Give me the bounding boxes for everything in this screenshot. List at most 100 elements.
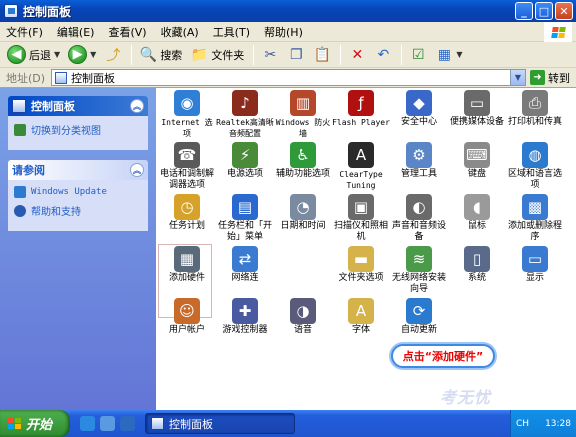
taskbar-icon: ▤ xyxy=(232,194,258,220)
menu-tools[interactable]: 工具(T) xyxy=(213,24,250,40)
control-panel-item[interactable]: A 字体 xyxy=(332,296,390,348)
control-panel-item[interactable]: ⌨ 键盘 xyxy=(448,140,506,192)
control-panel-item[interactable]: ƒ Flash Player xyxy=(332,88,390,140)
control-panel-item[interactable]: ▥ Windows 防火墙 xyxy=(274,88,332,140)
paste-button[interactable]: 📋 xyxy=(310,44,334,66)
mouse-icon: ◖ xyxy=(464,194,490,220)
forward-button[interactable]: ▶ ▼ xyxy=(65,44,99,66)
address-input[interactable]: 控制面板 ▼ xyxy=(51,69,526,86)
chevron-down-icon[interactable]: ▼ xyxy=(510,70,525,85)
search-button[interactable]: 🔍 搜索 xyxy=(136,44,185,66)
section-header[interactable]: 控制面板 ︽ xyxy=(8,96,148,116)
delete-icon: ✕ xyxy=(351,46,364,63)
control-panel-item[interactable]: ▭ 显示 xyxy=(506,244,564,296)
taskbar: 开始 控制面板 CH 13:28 xyxy=(0,410,576,437)
taskbar-item-control-panel[interactable]: 控制面板 xyxy=(145,413,295,434)
item-label: 添加或删除程序 xyxy=(507,221,562,242)
control-panel-item[interactable]: ⎙ 打印机和传真 xyxy=(506,88,564,140)
item-grid: ◉ Internet 选项 ♪ Realtek高清晰音频配置 ▥ Windows 防火墙 ƒ… xyxy=(158,88,564,348)
control-panel-item[interactable]: ▤ 任务栏和「开始」菜单 xyxy=(216,192,274,244)
section-title: 控制面板 xyxy=(31,100,75,113)
copy-button[interactable]: ❐ xyxy=(284,44,308,66)
close-button[interactable]: ✕ xyxy=(555,2,573,20)
forward-arrow-icon: ▶ xyxy=(68,45,88,64)
properties-button[interactable]: ☑ xyxy=(406,44,430,66)
control-panel-item[interactable]: ♪ Realtek高清晰音频配置 xyxy=(216,88,274,140)
switch-category-view-link[interactable]: 切换到分类视图 xyxy=(14,122,142,137)
control-panel-item[interactable]: ◍ 区域和语言选项 xyxy=(506,140,564,192)
cut-icon: ✂ xyxy=(264,46,277,63)
printer-icon: ⎙ xyxy=(522,90,548,116)
delete-button[interactable]: ✕ xyxy=(345,44,369,66)
maximize-button[interactable]: □ xyxy=(535,2,553,20)
minimize-button[interactable]: _ xyxy=(515,2,533,20)
control-panel-item[interactable]: ⟳ 自动更新 xyxy=(390,296,448,348)
item-label: 网络连 xyxy=(231,273,259,283)
menu-edit[interactable]: 编辑(E) xyxy=(57,24,95,40)
control-panel-item[interactable]: ▦ 添加硬件 xyxy=(158,244,216,296)
control-panel-item[interactable]: ⚙ 管理工具 xyxy=(390,140,448,192)
windows-update-icon xyxy=(14,186,26,198)
windows-update-link[interactable]: Windows Update xyxy=(14,186,142,198)
power-icon: ⚡ xyxy=(232,142,258,168)
folders-button[interactable]: 📁 文件夹 xyxy=(187,44,247,66)
phone-icon: ☎ xyxy=(174,142,200,168)
control-panel-item[interactable]: ♿ 辅助功能选项 xyxy=(274,140,332,192)
control-panel-item[interactable]: ◉ Internet 选项 xyxy=(158,88,216,140)
item-label: 游戏控制器 xyxy=(222,325,268,335)
windows-flag-icon xyxy=(8,418,21,429)
section-header[interactable]: 请参阅 ︽ xyxy=(8,160,148,180)
control-panel-item[interactable]: ☎ 电话和调制解调器选项 xyxy=(158,140,216,192)
system-icon: ▯ xyxy=(464,246,490,272)
item-label: 自动更新 xyxy=(400,325,437,335)
cut-button[interactable]: ✂ xyxy=(258,44,282,66)
control-panel-item[interactable]: ◖ 鼠标 xyxy=(448,192,506,244)
control-panel-item[interactable]: ✚ 游戏控制器 xyxy=(216,296,274,348)
start-button[interactable]: 开始 xyxy=(0,410,70,437)
task-pane: 控制面板 ︽ 切换到分类视图 请参阅 ︽ Windows Update 帮助和支… xyxy=(0,88,156,410)
item-label: 日期和时间 xyxy=(280,221,326,231)
menu-file[interactable]: 文件(F) xyxy=(6,24,43,40)
control-panel-item[interactable]: ◷ 任务计划 xyxy=(158,192,216,244)
menu-view[interactable]: 查看(V) xyxy=(108,24,146,40)
ie-icon[interactable] xyxy=(80,416,95,431)
see-also-section: 请参阅 ︽ Windows Update 帮助和支持 xyxy=(8,160,148,231)
collapse-chevron-icon[interactable]: ︽ xyxy=(130,99,144,113)
undo-button[interactable]: ↶ xyxy=(371,44,395,66)
help-support-link[interactable]: 帮助和支持 xyxy=(14,203,142,218)
media-player-icon[interactable] xyxy=(120,416,135,431)
go-button[interactable]: ➜ 转到 xyxy=(530,70,570,86)
control-panel-item[interactable]: ◔ 日期和时间 xyxy=(274,192,332,244)
item-label: 语音 xyxy=(293,325,312,335)
flash-icon: ƒ xyxy=(348,90,374,116)
control-panel-item[interactable]: ≋ 无线网络安装向导 xyxy=(390,244,448,296)
menu-favorites[interactable]: 收藏(A) xyxy=(161,24,199,40)
properties-icon: ☑ xyxy=(412,46,425,63)
show-desktop-icon[interactable] xyxy=(100,416,115,431)
control-panel-item[interactable]: ▩ 添加或删除程序 xyxy=(506,192,564,244)
item-label: 用户帐户 xyxy=(168,325,205,335)
back-button[interactable]: ◀ 后退 ▼ xyxy=(4,44,63,66)
language-indicator[interactable]: CH xyxy=(516,419,529,429)
collapse-chevron-icon[interactable]: ︽ xyxy=(130,163,144,177)
speaker-icon: ♪ xyxy=(232,90,258,116)
control-panel-item[interactable]: ⚡ 电源选项 xyxy=(216,140,274,192)
up-button[interactable]: ⤴ xyxy=(101,44,125,66)
address-bar: 地址(D) 控制面板 ▼ ➜ 转到 xyxy=(0,68,576,88)
control-panel-item[interactable]: ▬ 文件夹选项 xyxy=(332,244,390,296)
control-panel-item[interactable]: A ClearType Tuning xyxy=(332,140,390,192)
control-panel-item[interactable]: ☺ 用户帐户 xyxy=(158,296,216,348)
control-panel-item[interactable]: ▯ 系统 xyxy=(448,244,506,296)
control-panel-item[interactable]: ▣ 扫描仪和照相机 xyxy=(332,192,390,244)
views-button[interactable]: ▦ ▼ xyxy=(432,44,465,66)
menu-help[interactable]: 帮助(H) xyxy=(264,24,303,40)
go-label: 转到 xyxy=(548,71,570,85)
control-panel-item[interactable]: ⇄ 网络连 xyxy=(216,244,274,296)
item-label: Windows 防火墙 xyxy=(275,118,331,138)
control-panel-item[interactable]: ◑ 语音 xyxy=(274,296,332,348)
control-panel-item[interactable]: ▭ 便携媒体设备 xyxy=(448,88,506,140)
speech-icon: ◑ xyxy=(290,298,316,324)
control-panel-item[interactable]: ◆ 安全中心 xyxy=(390,88,448,140)
control-panel-item[interactable]: ◐ 声音和音频设备 xyxy=(390,192,448,244)
accessibility-icon: ♿ xyxy=(290,142,316,168)
